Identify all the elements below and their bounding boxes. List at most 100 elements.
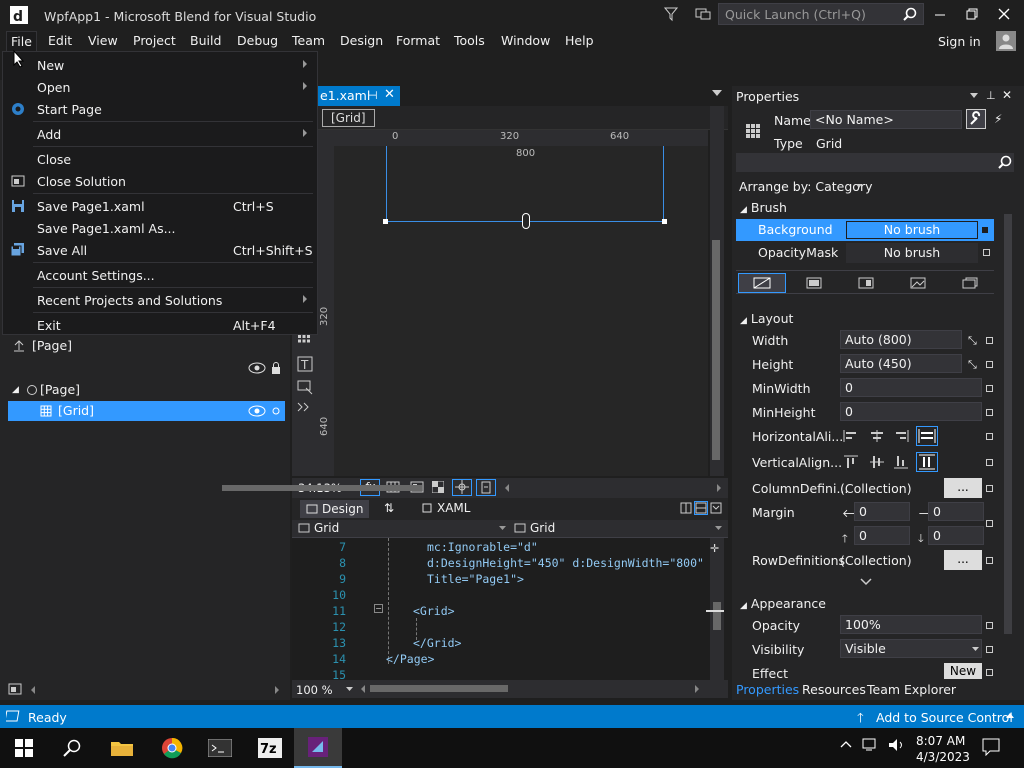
collapse-node-icon[interactable]: −	[374, 604, 383, 613]
snap-points-icon[interactable]	[452, 479, 472, 496]
background-value[interactable]: No brush	[846, 221, 978, 239]
scope-up-icon[interactable]	[12, 339, 26, 353]
align-center-icon[interactable]	[868, 428, 886, 444]
menu-help[interactable]: Help	[562, 33, 597, 48]
eye-icon[interactable]	[248, 405, 266, 417]
scrollbar-thumb[interactable]	[370, 685, 508, 692]
menu-format[interactable]: Format	[393, 33, 443, 48]
breadcrumb[interactable]: [Grid]	[322, 109, 375, 127]
code-vertical-scrollbar[interactable]: ✛	[706, 538, 724, 680]
windows-start-icon[interactable]	[0, 728, 48, 768]
text-tool-icon[interactable]: T	[297, 356, 313, 372]
pin-icon[interactable]: ⊥	[986, 89, 996, 102]
code-line[interactable]: </Page>	[386, 652, 434, 666]
advanced-options-marker[interactable]	[986, 337, 993, 344]
scroll-right-icon[interactable]	[716, 484, 722, 492]
properties-scrollbar-thumb[interactable]	[1004, 214, 1012, 634]
horizontal-split-icon[interactable]	[694, 501, 708, 515]
network-icon[interactable]	[862, 738, 880, 752]
menu-tools[interactable]: Tools	[451, 33, 488, 48]
grid-tool-icon[interactable]	[297, 334, 313, 350]
height-input[interactable]: Auto (450)	[840, 354, 962, 373]
margin-left-input[interactable]: 0	[854, 502, 910, 521]
minwidth-input[interactable]: 0	[840, 378, 982, 397]
menu-view[interactable]: View	[85, 33, 121, 48]
dropdown-up-icon[interactable]	[1006, 713, 1014, 718]
margin-bottom-input[interactable]: 0	[928, 526, 984, 545]
opacity-mask-value[interactable]: No brush	[846, 243, 978, 263]
feedback-icon[interactable]	[695, 6, 711, 22]
menu-window[interactable]: Window	[498, 33, 553, 48]
menu-item-account-settings[interactable]: Account Settings...	[3, 264, 317, 286]
xaml-editor[interactable]: − 7 mc:Ignorable="d" 8 d:DesignHeight="450"…	[292, 538, 710, 682]
solid-brush-tab-icon[interactable]	[806, 277, 822, 289]
tab-resources[interactable]: Resources	[802, 682, 866, 697]
panel-dropdown-icon[interactable]	[970, 93, 978, 98]
margin-right-input[interactable]: 0	[928, 502, 984, 521]
dropdown-arrow-icon[interactable]	[856, 184, 862, 188]
advanced-options-marker[interactable]	[986, 557, 993, 564]
control-tool-icon[interactable]	[297, 380, 313, 396]
align-middle-icon[interactable]	[868, 454, 886, 470]
code-line[interactable]: d:DesignHeight="450" d:DesignWidth="800"	[427, 556, 704, 570]
collapse-pane-icon[interactable]	[710, 502, 722, 514]
dropdown-arrow-icon[interactable]	[972, 647, 979, 651]
menu-debug[interactable]: Debug	[234, 33, 281, 48]
menu-item-open[interactable]: Open	[3, 76, 317, 98]
menu-item-new[interactable]: New	[3, 54, 317, 76]
advanced-options-marker[interactable]	[982, 227, 988, 233]
resource-brush-tab-icon[interactable]	[962, 277, 978, 289]
menu-project[interactable]: Project	[130, 33, 179, 48]
advanced-options-marker[interactable]	[986, 646, 993, 653]
tab-properties[interactable]: Properties	[736, 682, 799, 697]
effect-new-button[interactable]: New	[944, 663, 982, 679]
menu-item-add[interactable]: Add	[3, 123, 317, 145]
restore-button[interactable]	[964, 6, 980, 22]
scrollbar-thumb[interactable]	[712, 240, 720, 460]
menu-file[interactable]: File	[6, 31, 37, 52]
advanced-options-marker[interactable]	[986, 669, 993, 676]
zoom-dropdown-icon[interactable]	[346, 687, 353, 691]
code-line[interactable]: Title="Page1">	[427, 572, 524, 586]
align-left-icon[interactable]	[842, 428, 860, 444]
align-vertical-stretch-icon[interactable]	[916, 452, 938, 472]
lock-toggle-icon[interactable]	[272, 407, 280, 415]
corner-handle[interactable]	[383, 219, 388, 224]
tree-item-page[interactable]: ◢ [Page]	[8, 380, 285, 400]
close-window-button[interactable]	[996, 6, 1012, 22]
menu-item-close-solution[interactable]: Close Solution	[3, 170, 317, 192]
nav-dropdown-right[interactable]: Grid	[514, 521, 726, 535]
advanced-options-marker[interactable]	[986, 485, 993, 492]
align-right-icon[interactable]	[892, 428, 910, 444]
code-line[interactable]: mc:Ignorable="d"	[427, 540, 538, 554]
layout-section-header[interactable]: ◢ Layout	[740, 311, 793, 326]
wrench-icon[interactable]	[966, 109, 986, 129]
nav-dropdown-left[interactable]: Grid	[298, 521, 510, 535]
no-brush-tab-icon[interactable]	[738, 273, 786, 293]
tab-xaml[interactable]: XAML	[422, 501, 470, 515]
margin-top-input[interactable]: 0	[854, 526, 910, 545]
menu-design[interactable]: Design	[337, 33, 386, 48]
checker-background-icon[interactable]	[432, 481, 444, 493]
blend-logo-icon[interactable]: d	[8, 4, 30, 26]
name-input[interactable]: <No Name>	[810, 110, 962, 129]
menu-item-save[interactable]: Save Page1.xaml Ctrl+S	[3, 195, 317, 217]
advanced-options-marker[interactable]	[986, 520, 993, 527]
chrome-icon[interactable]	[148, 728, 196, 768]
minheight-input[interactable]: 0	[840, 402, 982, 421]
device-preview-icon[interactable]	[476, 479, 496, 496]
menu-edit[interactable]: Edit	[45, 33, 75, 48]
opacity-input[interactable]: 100%	[840, 615, 982, 634]
account-icon[interactable]	[996, 31, 1016, 51]
advanced-options-marker[interactable]	[986, 459, 993, 466]
panel-options-icon[interactable]	[8, 683, 22, 695]
expand-advanced-icon[interactable]	[860, 578, 872, 586]
clock-time[interactable]: 8:07 AM	[916, 734, 965, 748]
file-explorer-icon[interactable]	[98, 728, 146, 768]
scroll-left-icon[interactable]	[30, 686, 36, 694]
search-icon[interactable]	[998, 155, 1012, 169]
add-to-source-control-button[interactable]: Add to Source Control	[876, 710, 1013, 725]
clock-date[interactable]: 4/3/2023	[916, 750, 970, 764]
pin-icon[interactable]: ⊣	[368, 89, 378, 102]
advanced-options-marker[interactable]	[983, 249, 990, 256]
